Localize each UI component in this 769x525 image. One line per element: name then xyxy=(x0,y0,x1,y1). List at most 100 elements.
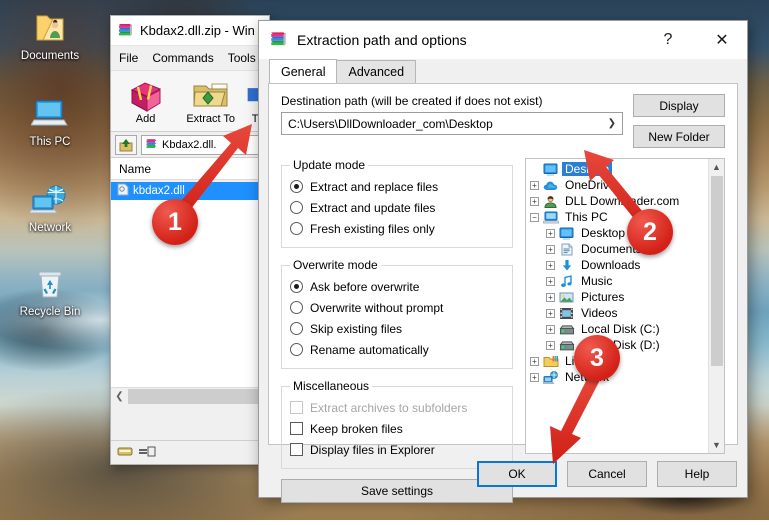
radio-skip-existing-files[interactable]: Skip existing files xyxy=(290,318,504,339)
winrar-titlebar[interactable]: Kbdax2.dll.zip - Win xyxy=(111,16,269,46)
toolbar-button-add[interactable]: Add xyxy=(117,75,174,131)
tree-node-desktop[interactable]: +Desktop xyxy=(530,225,724,241)
tree-node-desktop[interactable]: Desktop xyxy=(530,161,724,177)
tree-node-libraries[interactable]: +Libraries xyxy=(530,353,724,369)
menu-file[interactable]: File xyxy=(119,51,138,65)
tree-node-dll-downloader-com[interactable]: +DLL Downloader.com xyxy=(530,193,724,209)
destination-path-input[interactable]: C:\Users\DllDownloader_com\Desktop ❯ xyxy=(281,112,623,135)
chevron-down-icon[interactable]: ❯ xyxy=(608,118,618,129)
winrar-pathbar[interactable]: Kbdax2.dll. xyxy=(111,132,269,158)
music-icon xyxy=(558,274,575,289)
horizontal-scrollbar[interactable]: ❮ xyxy=(111,387,269,404)
desktop-icon-this-pc[interactable]: This PC xyxy=(2,92,98,149)
file-list-body[interactable]: kbdax2.dll ❮ xyxy=(111,182,269,404)
radio-indicator[interactable] xyxy=(290,201,303,214)
scrollbar-thumb[interactable] xyxy=(711,176,723,366)
recycle-bin-icon xyxy=(2,262,98,306)
radio-overwrite-without-prompt[interactable]: Overwrite without prompt xyxy=(290,297,504,318)
dialog-tabs[interactable]: General Advanced xyxy=(259,59,747,83)
help-button[interactable]: Help xyxy=(657,461,737,487)
tree-node-downloads[interactable]: +Downloads xyxy=(530,257,724,273)
tree-node-pictures[interactable]: +Pictures xyxy=(530,289,724,305)
chevron-down-icon[interactable]: ▼ xyxy=(709,437,725,453)
radio-indicator[interactable] xyxy=(290,280,303,293)
desktop-icon-label: Network xyxy=(29,222,71,234)
scrollbar-thumb[interactable] xyxy=(128,389,269,404)
tree-node-videos[interactable]: +Videos xyxy=(530,305,724,321)
tree-node-onedrive[interactable]: + OneDrive xyxy=(530,177,724,193)
expand-icon[interactable]: + xyxy=(546,325,555,334)
checkbox-indicator[interactable] xyxy=(290,443,303,456)
tree-node-this-pc[interactable]: − This PC xyxy=(530,209,724,225)
expand-icon[interactable]: + xyxy=(530,373,539,382)
checkbox-indicator[interactable] xyxy=(290,422,303,435)
tab-advanced[interactable]: Advanced xyxy=(336,60,416,83)
chevron-up-icon[interactable]: ▲ xyxy=(709,159,725,175)
extract-to-icon xyxy=(182,75,239,113)
tree-node-documents[interactable]: +Documents xyxy=(530,241,724,257)
radio-fresh-existing-files-only[interactable]: Fresh existing files only xyxy=(290,218,504,239)
display-button[interactable]: Display xyxy=(633,94,725,117)
expand-icon[interactable]: + xyxy=(546,229,555,238)
ok-button[interactable]: OK xyxy=(477,461,557,487)
expand-icon[interactable]: + xyxy=(546,261,555,270)
radio-indicator[interactable] xyxy=(290,222,303,235)
radio-indicator[interactable] xyxy=(290,322,303,335)
radio-indicator[interactable] xyxy=(290,301,303,314)
desktop-icon-documents[interactable]: Documents xyxy=(2,6,98,63)
tree-node-label: OneDrive xyxy=(562,178,619,192)
expand-icon[interactable]: + xyxy=(530,197,539,206)
winrar-path-combo[interactable]: Kbdax2.dll. xyxy=(141,135,265,155)
winrar-menubar[interactable]: File Commands Tools xyxy=(111,46,269,70)
radio-extract-and-replace-files[interactable]: Extract and replace files xyxy=(290,176,504,197)
chevron-left-icon[interactable]: ❮ xyxy=(111,388,128,405)
checkbox-display-files-in-explorer[interactable]: Display files in Explorer xyxy=(290,439,504,460)
expand-icon[interactable]: + xyxy=(546,277,555,286)
radio-ask-before-overwrite[interactable]: Ask before overwrite xyxy=(290,276,504,297)
menu-tools[interactable]: Tools xyxy=(228,51,256,65)
option-label: Extract and replace files xyxy=(310,180,438,194)
extraction-options-dialog[interactable]: Extraction path and options ? ✕ General … xyxy=(258,20,748,498)
help-titlebar-button[interactable]: ? xyxy=(646,22,690,58)
folder-tree-list[interactable]: Desktop + OneDrive+DLL Downloader.com − This… xyxy=(526,159,724,385)
new-folder-button[interactable]: New Folder xyxy=(633,125,725,148)
desktop-icon-recycle-bin[interactable]: Recycle Bin xyxy=(2,262,98,319)
radio-indicator[interactable] xyxy=(290,343,303,356)
videos-icon xyxy=(558,306,575,321)
radio-rename-automatically[interactable]: Rename automatically xyxy=(290,339,504,360)
radio-extract-and-update-files[interactable]: Extract and update files xyxy=(290,197,504,218)
tree-node-music[interactable]: +Music xyxy=(530,273,724,289)
desktop-icon-network[interactable]: Network xyxy=(2,178,98,235)
folder-tree[interactable]: Desktop + OneDrive+DLL Downloader.com − This… xyxy=(525,158,725,454)
checkbox-keep-broken-files[interactable]: Keep broken files xyxy=(290,418,504,439)
cancel-button[interactable]: Cancel xyxy=(567,461,647,487)
tab-general[interactable]: General xyxy=(269,59,337,83)
option-label: Rename automatically xyxy=(310,343,429,357)
libraries-icon xyxy=(542,354,559,369)
overwrite-mode-legend: Overwrite mode xyxy=(290,258,381,272)
file-list-header[interactable]: Name xyxy=(111,158,269,180)
expand-icon[interactable]: + xyxy=(530,181,539,190)
up-folder-icon[interactable] xyxy=(115,135,137,155)
winrar-window[interactable]: Kbdax2.dll.zip - Win File Commands Tools… xyxy=(110,15,270,465)
tree-node-local-disk-c[interactable]: +Local Disk (C:) xyxy=(530,321,724,337)
table-row[interactable]: kbdax2.dll xyxy=(111,182,269,200)
tree-node-label: This PC xyxy=(562,210,611,224)
disk-icon xyxy=(117,445,133,461)
desktop-icon-label: This PC xyxy=(30,136,71,148)
tree-node-local-disk-d[interactable]: +Local Disk (D:) xyxy=(530,337,724,353)
tree-node-network[interactable]: +Network xyxy=(530,369,724,385)
radio-indicator[interactable] xyxy=(290,180,303,193)
expand-icon[interactable]: + xyxy=(546,293,555,302)
expand-icon[interactable]: + xyxy=(546,245,555,254)
menu-commands[interactable]: Commands xyxy=(152,51,213,65)
toolbar-button-extract-to[interactable]: Extract To xyxy=(182,75,239,131)
close-icon[interactable]: ✕ xyxy=(699,22,745,58)
expand-icon[interactable]: + xyxy=(546,341,555,350)
dialog-titlebar[interactable]: Extraction path and options ? ✕ xyxy=(259,21,747,59)
winrar-toolbar[interactable]: Add Extract To T xyxy=(111,70,269,132)
expand-icon[interactable]: + xyxy=(546,309,555,318)
tree-vertical-scrollbar[interactable]: ▲ ▼ xyxy=(708,159,724,453)
expand-icon[interactable]: + xyxy=(530,357,539,366)
collapse-icon[interactable]: − xyxy=(530,213,539,222)
